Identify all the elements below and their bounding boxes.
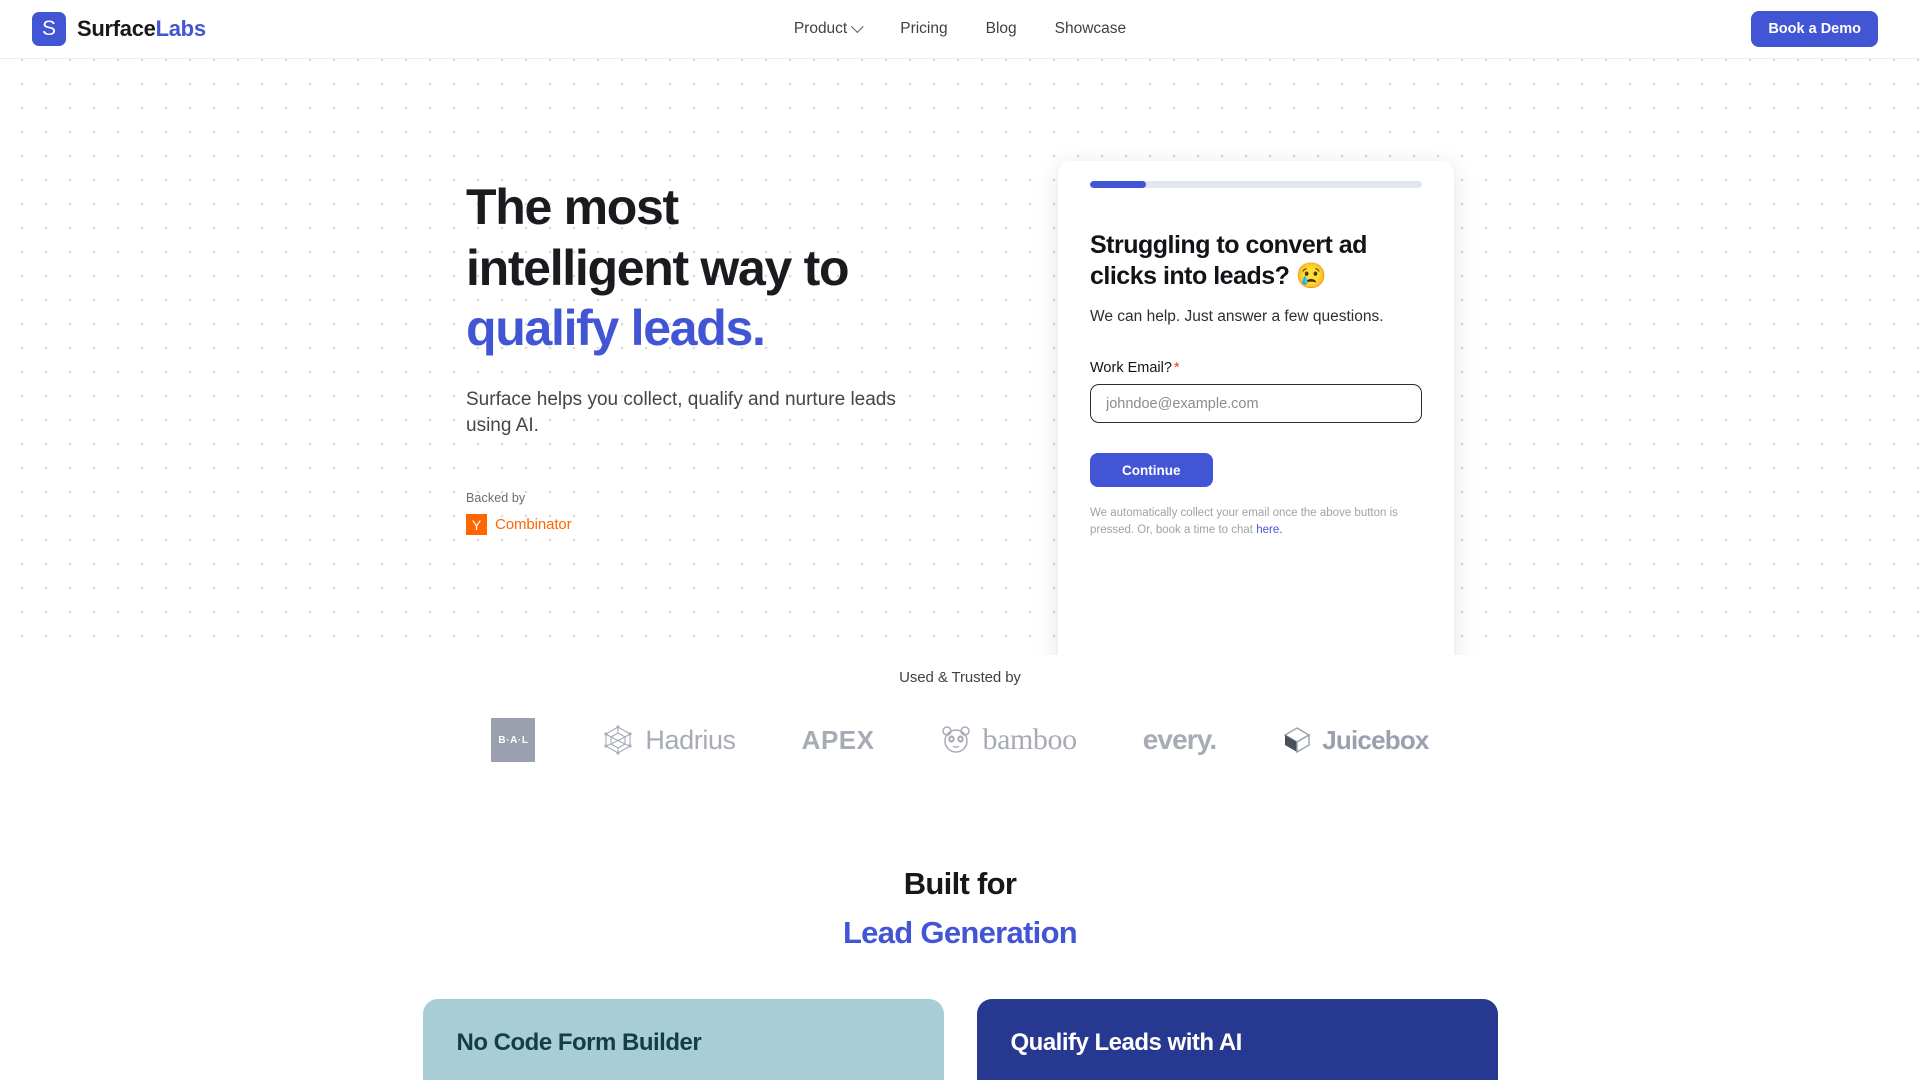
headline-line-1: The most: [466, 179, 679, 235]
required-asterisk: *: [1173, 360, 1180, 377]
customer-logo-row: B·A·L Hadrius APEX bamboo every. Juicebo…: [0, 718, 1920, 762]
page-title: The most intelligent way to qualify lead…: [466, 177, 986, 359]
work-email-label: Work Email? *: [1090, 360, 1422, 376]
bamboo-logo-label: bamboo: [982, 723, 1077, 756]
apex-logo-label: APEX: [801, 724, 875, 755]
headline-accent-line: qualify leads.: [466, 300, 766, 356]
form-progress-bar: [1090, 181, 1422, 188]
cube-icon: [1283, 727, 1311, 754]
nav-item-product-label: Product: [793, 20, 848, 37]
polyhedron-icon: [604, 725, 633, 755]
surfacelabs-logo-icon: S: [32, 12, 66, 46]
logo-hadrius: Hadrius: [601, 723, 736, 757]
hadrius-logo-label: Hadrius: [645, 724, 736, 755]
brand-name-primary: Surface: [77, 16, 156, 41]
nav-item-pricing[interactable]: Pricing: [900, 20, 947, 38]
hero-section: The most intelligent way to qualify lead…: [0, 59, 1920, 655]
logo-bamboo: bamboo: [940, 723, 1077, 757]
logo-juicebox: Juicebox: [1282, 724, 1429, 756]
y-combinator-badge[interactable]: Y Combinator: [466, 514, 986, 536]
primary-nav-links: Product Pricing Blog Showcase: [793, 19, 1127, 38]
y-combinator-label: Combinator: [495, 516, 572, 534]
built-for-section: Built for Lead Generation: [0, 866, 1920, 951]
juicebox-logo-label: Juicebox: [1322, 724, 1429, 755]
feature-card-no-code-form-builder[interactable]: No Code Form Builder: [422, 999, 944, 1080]
headline-line-2: intelligent way to: [466, 239, 850, 296]
built-for-subject: Lead Generation: [842, 915, 1078, 950]
work-email-input[interactable]: [1090, 384, 1422, 424]
nav-item-showcase[interactable]: Showcase: [1055, 20, 1127, 38]
panda-icon: [942, 726, 971, 753]
book-a-time-link[interactable]: here.: [1256, 524, 1282, 536]
trusted-by-section: Used & Trusted by B·A·L Hadrius APEX bam…: [0, 655, 1920, 762]
work-email-label-text: Work Email?: [1090, 360, 1172, 377]
hero-subheading: Surface helps you collect, qualify and n…: [466, 388, 896, 437]
feature-card-title: No Code Form Builder: [456, 1029, 702, 1056]
y-combinator-icon: Y: [466, 514, 487, 536]
hero-copy: The most intelligent way to qualify lead…: [466, 177, 986, 536]
built-for-heading: Built for: [903, 866, 1017, 901]
logo-every: every.: [1143, 724, 1217, 756]
backed-by-block: Backed by Y Combinator: [466, 491, 986, 536]
book-a-demo-button[interactable]: Book a Demo: [1751, 11, 1878, 47]
backed-by-label: Backed by: [466, 491, 526, 506]
nav-item-product[interactable]: Product: [793, 19, 865, 38]
chevron-down-icon: [851, 19, 865, 33]
form-question-title: Struggling to convert ad clicks into lea…: [1090, 231, 1367, 290]
trusted-by-label: Used & Trusted by: [899, 669, 1021, 686]
brand-name: SurfaceLabs: [77, 16, 206, 42]
brand-name-accent: Labs: [155, 16, 206, 41]
every-logo-label: every.: [1142, 724, 1217, 755]
bal-logo-icon: B·A·L: [491, 718, 536, 762]
form-progress-fill: [1090, 181, 1147, 188]
logo-apex: APEX: [802, 725, 875, 756]
nav-item-blog[interactable]: Blog: [986, 20, 1017, 38]
form-disclaimer-text: We automatically collect your email once…: [1090, 507, 1398, 536]
brand-logo[interactable]: S SurfaceLabs: [32, 12, 206, 46]
continue-button[interactable]: Continue: [1090, 453, 1213, 488]
top-navigation-bar: S SurfaceLabs Product Pricing Blog Showc…: [0, 0, 1920, 59]
form-disclaimer: We automatically collect your email once…: [1090, 505, 1422, 538]
feature-card-qualify-leads-with-ai[interactable]: Qualify Leads with AI: [976, 999, 1498, 1080]
lead-capture-form-card: Struggling to convert ad clicks into lea…: [1058, 161, 1454, 655]
logo-bal: B·A·L: [491, 718, 536, 762]
feature-card-title: Qualify Leads with AI: [1010, 1029, 1243, 1056]
form-question-subtitle: We can help. Just answer a few questions…: [1090, 307, 1384, 325]
feature-cards-row: No Code Form Builder Qualify Leads with …: [0, 999, 1920, 1080]
